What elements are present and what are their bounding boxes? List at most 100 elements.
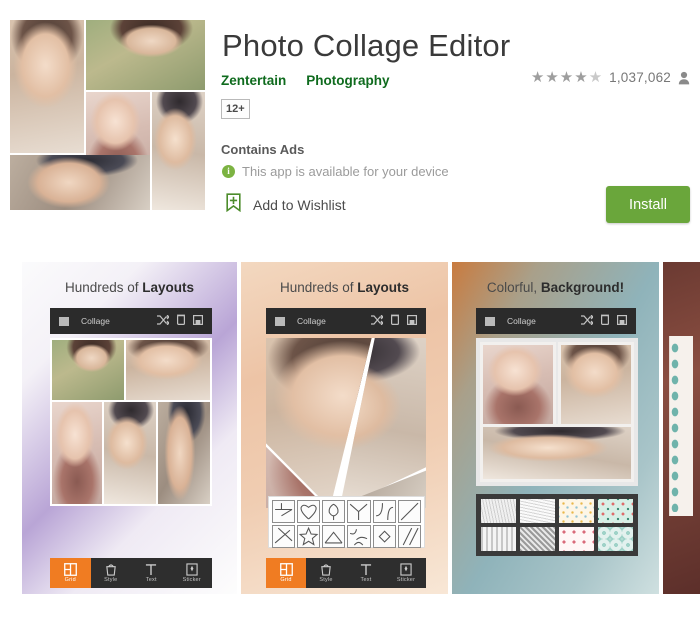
nav-item-text[interactable]: Text	[131, 558, 172, 588]
collage-photo	[52, 340, 124, 400]
screenshot-caption-1: Hundreds of Layouts	[64, 280, 195, 295]
page-title: Photo Collage Editor	[222, 28, 511, 63]
collage-preview-1	[50, 338, 212, 506]
text-icon	[145, 563, 157, 576]
nav-item-style[interactable]: Style	[91, 558, 132, 588]
screenshot-thumbnail-1[interactable]: Hundreds of Layouts Collage Grid Style T…	[22, 262, 237, 594]
menu-icon[interactable]	[59, 316, 69, 326]
bottom-nav-2[interactable]: Grid Style Text Sticker	[266, 558, 426, 588]
nav-item-style[interactable]: Style	[306, 558, 346, 588]
star-icon: ★	[545, 69, 559, 86]
grid-icon	[279, 563, 293, 576]
layout-template-tile[interactable]	[347, 525, 371, 549]
nav-item-grid[interactable]: Grid	[50, 558, 91, 588]
nav-label: Text	[360, 577, 372, 583]
screenshot-caption-2: Hundreds of Layouts	[279, 280, 410, 295]
toolbar-title: Collage	[81, 316, 110, 326]
star-rating: ★ ★ ★ ★ ★	[531, 70, 602, 85]
nav-item-text[interactable]: Text	[346, 558, 386, 588]
layout-template-tile[interactable]	[322, 525, 346, 549]
delete-icon[interactable]	[177, 312, 186, 330]
nav-label: Text	[145, 577, 157, 583]
layout-template-tile[interactable]	[397, 525, 421, 549]
availability-note: i This app is available for your device	[222, 164, 449, 179]
star-icon: ★	[530, 69, 545, 86]
app-icon	[10, 20, 205, 210]
availability-text: This app is available for your device	[242, 164, 449, 179]
shuffle-icon[interactable]	[371, 312, 384, 330]
pattern-swatch[interactable]	[559, 499, 594, 523]
layout-template-tile[interactable]	[347, 500, 371, 524]
screenshot-thumbnail-4[interactable]	[663, 262, 700, 594]
nav-label: Grid	[280, 577, 292, 583]
person-icon	[678, 71, 690, 85]
nav-item-sticker[interactable]: Sticker	[172, 558, 213, 588]
collage-photo	[480, 342, 556, 428]
delete-icon[interactable]	[391, 312, 400, 330]
sticker-icon	[400, 563, 412, 576]
layout-template-tile[interactable]	[297, 525, 321, 549]
category-link[interactable]: Photography	[306, 73, 389, 88]
add-to-wishlist-label: Add to Wishlist	[253, 197, 346, 213]
pattern-swatch[interactable]	[520, 499, 555, 523]
rating-summary: ★ ★ ★ ★ ★ 1,037,062	[531, 70, 690, 85]
add-to-wishlist-button[interactable]: Add to Wishlist	[226, 193, 346, 217]
pattern-swatch[interactable]	[520, 527, 555, 551]
menu-icon[interactable]	[485, 316, 495, 326]
content-rating-badge: 12+	[221, 99, 250, 119]
rating-count: 1,037,062	[609, 70, 671, 85]
layout-template-tile[interactable]	[322, 500, 346, 524]
pattern-swatch[interactable]	[598, 499, 633, 523]
app-icon-photo-1	[10, 20, 84, 153]
nav-item-sticker[interactable]: Sticker	[386, 558, 426, 588]
collage-photo	[104, 402, 156, 504]
nav-item-grid[interactable]: Grid	[266, 558, 306, 588]
layout-template-tile[interactable]	[372, 500, 396, 524]
star-icon: ★	[559, 69, 574, 86]
layout-template-tile[interactable]	[397, 500, 421, 524]
collage-photo	[52, 402, 102, 504]
toolbar-title: Collage	[297, 316, 326, 326]
layout-template-tile[interactable]	[272, 525, 296, 549]
layout-template-tile[interactable]	[372, 525, 396, 549]
collage-photo	[126, 340, 210, 400]
partial-pattern-dots	[669, 340, 681, 512]
nav-label: Sticker	[182, 577, 201, 583]
menu-icon[interactable]	[275, 316, 285, 326]
pattern-swatch[interactable]	[481, 527, 516, 551]
shuffle-icon[interactable]	[581, 312, 594, 330]
delete-icon[interactable]	[601, 312, 610, 330]
bookmark-plus-icon	[226, 193, 241, 217]
nav-label: Sticker	[396, 577, 416, 583]
pattern-swatch[interactable]	[598, 527, 633, 551]
pattern-swatch[interactable]	[481, 499, 516, 523]
text-icon	[360, 563, 372, 576]
screenshot-thumbnail-3[interactable]: Colorful, Background! Collage	[452, 262, 659, 594]
screenshot-thumbnail-2[interactable]: Hundreds of Layouts Collage Grid Style T…	[241, 262, 448, 594]
layout-template-tile[interactable]	[297, 500, 321, 524]
style-icon	[320, 563, 332, 576]
app-icon-photo-4	[10, 155, 150, 210]
collage-photo	[158, 402, 210, 504]
collage-photo	[480, 424, 634, 482]
developer-link[interactable]: Zentertain	[221, 73, 286, 88]
save-icon[interactable]	[617, 312, 628, 330]
layout-template-tile[interactable]	[272, 500, 296, 524]
app-toolbar-2: Collage	[266, 308, 426, 334]
save-icon[interactable]	[407, 312, 418, 330]
screenshot-caption-3: Colorful, Background!	[486, 280, 625, 295]
screenshot-gallery[interactable]: Hundreds of Layouts Collage Grid Style T…	[0, 262, 700, 594]
bottom-nav-1[interactable]: Grid Style Text Sticker	[50, 558, 212, 588]
layout-template-tray-2[interactable]	[268, 496, 425, 549]
nav-label: Grid	[64, 577, 76, 583]
app-toolbar-3: Collage	[476, 308, 636, 334]
save-icon[interactable]	[193, 312, 204, 330]
star-icon: ★	[574, 69, 588, 86]
pattern-swatch[interactable]	[559, 527, 594, 551]
install-button[interactable]: Install	[606, 186, 690, 223]
toolbar-title: Collage	[507, 316, 536, 326]
nav-label: Style	[104, 577, 118, 583]
shuffle-icon[interactable]	[157, 312, 170, 330]
background-pattern-tray[interactable]	[476, 494, 638, 556]
app-meta-links: Zentertain Photography	[221, 73, 390, 88]
